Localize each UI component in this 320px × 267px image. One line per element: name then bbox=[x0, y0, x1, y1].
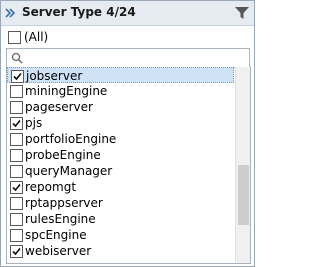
search-icon bbox=[11, 52, 23, 64]
item-label: rulesEngine bbox=[25, 212, 96, 226]
search-box[interactable] bbox=[6, 48, 250, 68]
collapse-x-icon[interactable] bbox=[4, 7, 16, 19]
scrollbar-thumb[interactable] bbox=[238, 165, 249, 225]
item-checkbox[interactable] bbox=[10, 85, 23, 98]
all-label: (All) bbox=[24, 30, 49, 44]
item-label: spcEngine bbox=[25, 228, 87, 242]
list-item[interactable]: pageserver bbox=[7, 99, 234, 115]
server-type-filter-panel: Server Type 4/24 (All) jobserver miningEn… bbox=[0, 0, 255, 267]
server-type-list: jobserver miningEngine pageserver pjs portfo… bbox=[6, 67, 251, 264]
item-checkbox[interactable] bbox=[11, 70, 24, 83]
item-label: pjs bbox=[25, 116, 43, 130]
filter-title: Server Type 4/24 bbox=[22, 5, 136, 19]
item-label: rptappserver bbox=[25, 196, 103, 210]
item-label: queryManager bbox=[25, 164, 113, 178]
all-checkbox[interactable] bbox=[8, 31, 21, 44]
filter-header: Server Type 4/24 bbox=[1, 1, 254, 26]
list-item[interactable]: spcEngine bbox=[7, 227, 234, 243]
item-checkbox[interactable] bbox=[10, 149, 23, 162]
list-item[interactable]: miningEngine bbox=[7, 83, 234, 99]
item-checkbox[interactable] bbox=[10, 245, 23, 258]
list-item[interactable]: rptappserver bbox=[7, 195, 234, 211]
item-checkbox[interactable] bbox=[10, 133, 23, 146]
list-item[interactable]: probeEngine bbox=[7, 147, 234, 163]
item-checkbox[interactable] bbox=[10, 181, 23, 194]
item-label: miningEngine bbox=[25, 84, 108, 98]
item-label: portfolioEngine bbox=[25, 132, 117, 146]
scrollbar[interactable] bbox=[235, 67, 250, 263]
search-input[interactable] bbox=[27, 50, 241, 64]
item-checkbox[interactable] bbox=[10, 117, 23, 130]
item-label: probeEngine bbox=[25, 148, 101, 162]
item-label: jobserver bbox=[26, 69, 83, 83]
item-label: repomgt bbox=[25, 180, 77, 194]
funnel-icon[interactable] bbox=[234, 5, 250, 21]
list-item[interactable]: rulesEngine bbox=[7, 211, 234, 227]
item-label: webiserver bbox=[25, 244, 92, 258]
item-checkbox[interactable] bbox=[10, 101, 23, 114]
list-item[interactable]: queryManager bbox=[7, 163, 234, 179]
item-checkbox[interactable] bbox=[10, 229, 23, 242]
item-checkbox[interactable] bbox=[10, 165, 23, 178]
list-item[interactable]: webiserver bbox=[7, 243, 234, 259]
list-item[interactable]: jobserver bbox=[7, 67, 234, 83]
item-checkbox[interactable] bbox=[10, 197, 23, 210]
list-item[interactable]: pjs bbox=[7, 115, 234, 131]
item-label: pageserver bbox=[25, 100, 93, 114]
list-item[interactable]: repomgt bbox=[7, 179, 234, 195]
list-item[interactable]: portfolioEngine bbox=[7, 131, 234, 147]
item-checkbox[interactable] bbox=[10, 213, 23, 226]
